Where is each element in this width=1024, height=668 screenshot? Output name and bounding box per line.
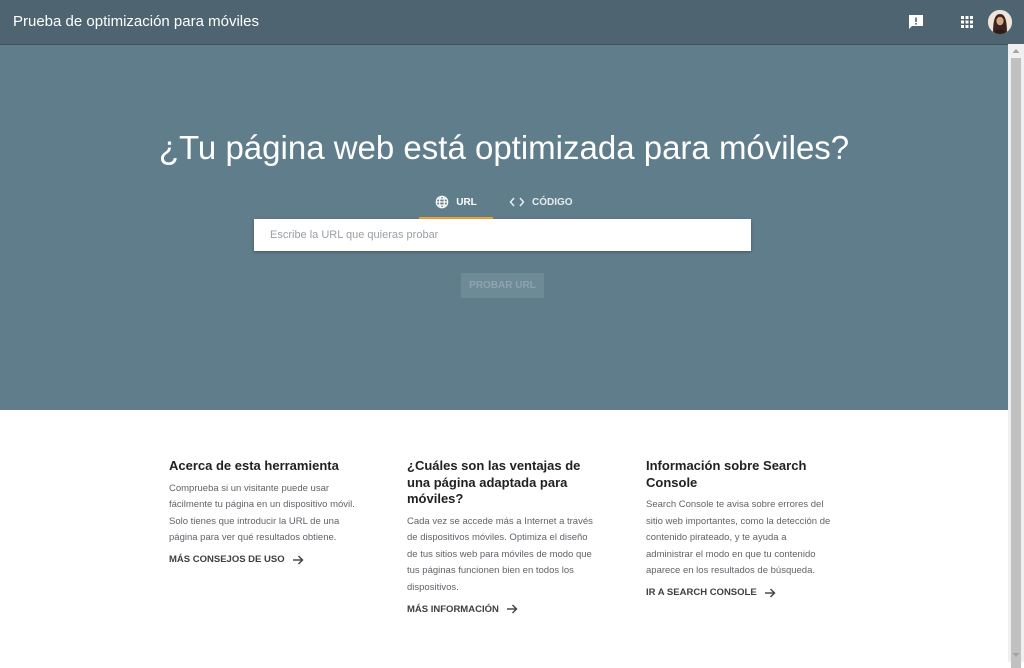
user-avatar[interactable]	[988, 10, 1012, 34]
tab-code[interactable]: CÓDIGO	[509, 187, 573, 217]
more-info-link[interactable]: MÁS INFORMACIÓN	[407, 603, 597, 615]
benefits-section: ¿Cuáles son las ventajas de una página a…	[407, 458, 597, 615]
section-title: Acerca de esta herramienta	[169, 458, 339, 473]
arrow-right-icon	[292, 555, 304, 564]
section-text: Search Console te avisa sobre errores de…	[646, 499, 831, 576]
usage-tips-link[interactable]: MÁS CONSEJOS DE USO	[169, 554, 359, 566]
arrow-right-icon	[506, 604, 518, 614]
about-tool-section: Acerca de esta herramienta Comprueba si …	[169, 458, 359, 566]
tab-code-label: CÓDIGO	[532, 196, 573, 208]
hero-title: ¿Tu página web está optimizada para móvi…	[158, 129, 850, 166]
globe-icon	[435, 195, 449, 209]
link-label: IR A SEARCH CONSOLE	[646, 587, 757, 598]
vertical-scrollbar[interactable]	[1008, 44, 1024, 668]
tab-url-label: URL	[456, 196, 477, 208]
scroll-up-arrow-icon[interactable]	[1008, 44, 1024, 58]
url-input[interactable]	[254, 219, 751, 251]
apps-grid-icon[interactable]	[957, 12, 977, 32]
scrollbar-thumb[interactable]	[1011, 58, 1021, 668]
search-console-section: Información sobre Search Console Search …	[646, 458, 836, 599]
section-title: Información sobre Search Console	[646, 458, 807, 490]
link-label: MÁS INFORMACIÓN	[407, 603, 499, 615]
top-app-bar: Prueba de optimización para móviles	[0, 0, 1024, 45]
hero-section: ¿Tu página web está optimizada para móvi…	[0, 45, 1008, 410]
section-text: Comprueba si un visitante puede usar fác…	[169, 482, 355, 544]
link-label: MÁS CONSEJOS DE USO	[169, 554, 285, 565]
arrow-right-icon	[764, 588, 776, 597]
section-title: ¿Cuáles son las ventajas de una página a…	[407, 458, 581, 506]
section-text: Cada vez se accede más a Internet a trav…	[407, 515, 593, 593]
tab-url[interactable]: URL	[419, 187, 493, 220]
test-url-button[interactable]: PROBAR URL	[461, 273, 544, 298]
code-icon	[509, 197, 525, 207]
feedback-icon[interactable]	[906, 12, 926, 32]
scroll-down-arrow-icon[interactable]	[1008, 648, 1024, 662]
app-title: Prueba de optimización para móviles	[13, 13, 259, 30]
search-console-link[interactable]: IR A SEARCH CONSOLE	[646, 587, 836, 599]
